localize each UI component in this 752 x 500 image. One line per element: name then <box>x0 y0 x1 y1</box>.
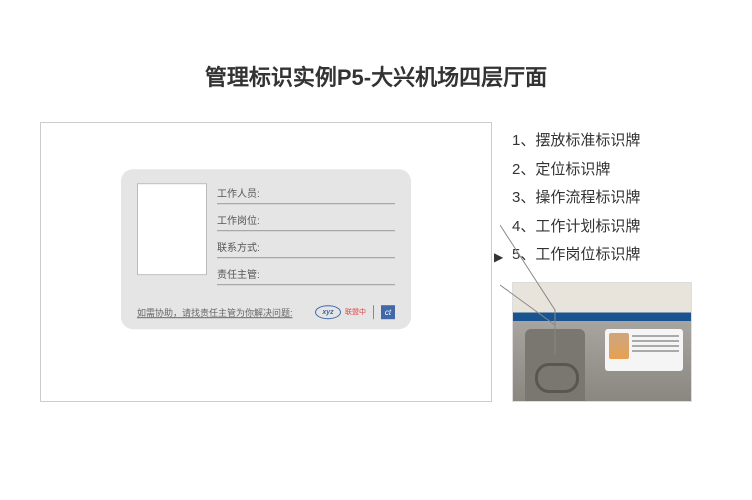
small-line <box>632 345 679 347</box>
list-item: 4、工作计划标识牌 <box>512 213 712 242</box>
list-item: 1、摆放标准标识牌 <box>512 127 712 156</box>
logo-xyz-icon: xyz <box>315 305 341 319</box>
field-supervisor: 责任主管: <box>217 266 395 285</box>
card-footer: 如需协助，请找责任主管为你解决问题: xyz 联盟中 ct <box>137 305 395 319</box>
small-photo <box>609 333 629 359</box>
small-lines <box>632 333 679 367</box>
field-list: 工作人员: 工作岗位: 联系方式: 责任主管: <box>217 183 395 285</box>
signage-list: 1、摆放标准标识牌 2、定位标识牌 3、操作流程标识牌 4、工作计划标识牌 5、… <box>512 127 712 270</box>
small-line <box>632 335 679 337</box>
field-position: 工作岗位: <box>217 212 395 231</box>
small-line <box>632 350 679 352</box>
logo-tag: 联盟中 <box>345 307 366 317</box>
example-panel: 工作人员: 工作岗位: 联系方式: 责任主管: 如需协助，请找责任主管为你解决问… <box>40 122 492 402</box>
list-item-active: 5、工作岗位标识牌 <box>512 241 712 270</box>
logo-divider <box>373 305 374 319</box>
field-staff: 工作人员: <box>217 185 395 204</box>
slide-title: 管理标识实例P5-大兴机场四层厅面 <box>0 0 752 122</box>
small-card-in-photo <box>605 329 683 371</box>
list-item: 2、定位标识牌 <box>512 156 712 185</box>
reference-photo <box>512 282 692 402</box>
id-card: 工作人员: 工作岗位: 联系方式: 责任主管: 如需协助，请找责任主管为你解决问… <box>121 169 411 329</box>
photo-placeholder <box>137 183 207 275</box>
small-line <box>632 340 679 342</box>
field-contact: 联系方式: <box>217 239 395 258</box>
card-body: 工作人员: 工作岗位: 联系方式: 责任主管: <box>137 183 395 285</box>
equipment-shape <box>525 329 585 401</box>
footer-text: 如需协助，请找责任主管为你解决问题: <box>137 306 293 319</box>
list-item: 3、操作流程标识牌 <box>512 184 712 213</box>
right-panel: 1、摆放标准标识牌 2、定位标识牌 3、操作流程标识牌 4、工作计划标识牌 5、… <box>512 122 712 402</box>
logo-ct-icon: ct <box>381 305 395 319</box>
logo-group: xyz 联盟中 ct <box>315 305 395 319</box>
main-content: 工作人员: 工作岗位: 联系方式: 责任主管: 如需协助，请找责任主管为你解决问… <box>0 122 752 402</box>
